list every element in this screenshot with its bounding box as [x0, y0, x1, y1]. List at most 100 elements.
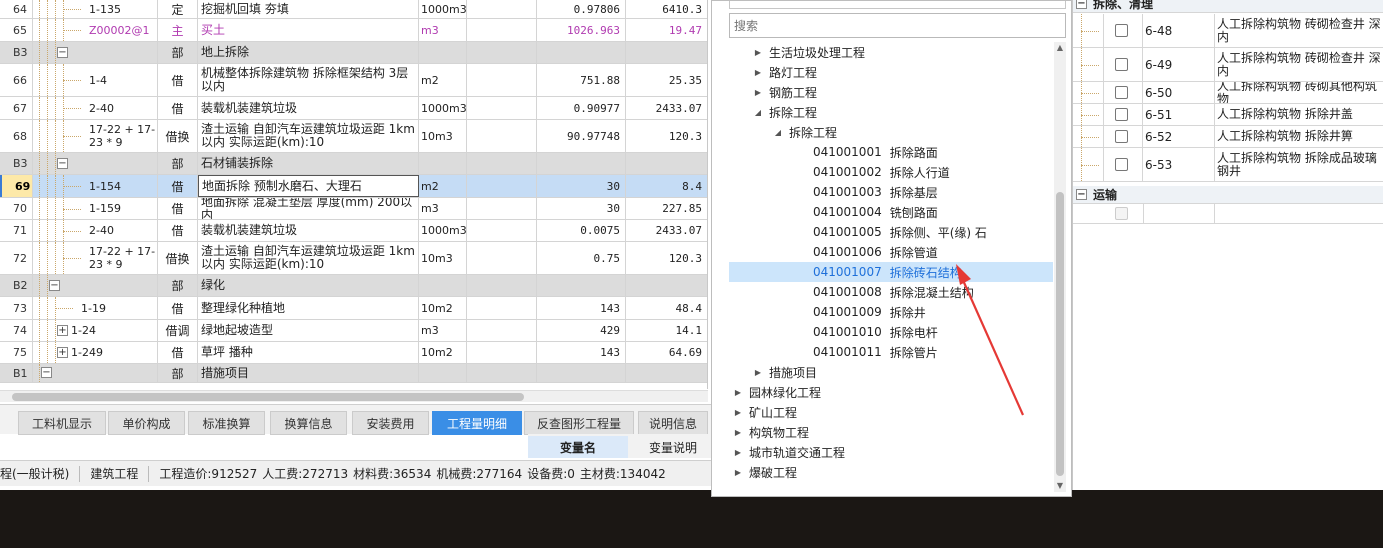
- horizontal-scrollbar[interactable]: [0, 390, 708, 402]
- tree-node[interactable]: 041001008 拆除混凝土结构: [729, 282, 1053, 302]
- tree-node[interactable]: ▶ 路灯工程: [729, 62, 1053, 82]
- scroll-down-icon[interactable]: ▼: [1054, 480, 1066, 492]
- tab-7[interactable]: 说明信息: [638, 411, 708, 435]
- tab-5[interactable]: 工程量明细: [432, 411, 522, 435]
- tree-node[interactable]: 041001006 拆除管道: [729, 242, 1053, 262]
- tree-node[interactable]: 041001007 拆除砖石结构: [729, 262, 1053, 282]
- table-row[interactable]: 64 1-135 定挖掘机回填 夯填 1000m3 0.97806 6410.3: [0, 0, 707, 19]
- expression-cell[interactable]: [467, 364, 537, 382]
- collapsed-arrow-icon[interactable]: ▶: [753, 68, 763, 77]
- tree-search-input[interactable]: [729, 13, 1066, 38]
- scroll-thumb[interactable]: [12, 393, 524, 401]
- tree-node[interactable]: ▶ 矿山工程: [729, 402, 1053, 422]
- row-checkbox[interactable]: [1115, 107, 1128, 121]
- collapsed-arrow-icon[interactable]: ▶: [733, 388, 743, 397]
- tab-6[interactable]: 反查图形工程量: [524, 411, 634, 435]
- tree-node[interactable]: ◢ 拆除工程: [729, 102, 1053, 122]
- table-row[interactable]: 72 17-22 + 17-23 * 9 借换 渣土运输 自卸汽车运建筑垃圾运距 1k…: [0, 242, 707, 275]
- table-row[interactable]: 70 1-159 借地面拆除 混凝土垫层 厚度(mm) 200以内 m3 30 227.8…: [0, 198, 707, 220]
- collapsed-arrow-icon[interactable]: ▶: [733, 448, 743, 457]
- tab-2[interactable]: 标准换算: [188, 411, 265, 435]
- table-row[interactable]: 66 1-4 借机械整体拆除建筑物 拆除框架结构 3层以内 m2 751.88 25.35: [0, 64, 707, 97]
- quota-row[interactable]: 6-53 人工拆除构筑物 拆除成品玻璃钢井: [1073, 148, 1383, 182]
- quota-row[interactable]: 6-50 人工拆除构筑物 砖砌其他构筑物: [1073, 82, 1383, 104]
- expression-cell[interactable]: [467, 120, 537, 152]
- tree-node[interactable]: 041001001 拆除路面: [729, 142, 1053, 162]
- expression-cell[interactable]: [467, 320, 537, 341]
- expression-cell[interactable]: [467, 19, 537, 41]
- tree-node[interactable]: 041001005 拆除侧、平(缘) 石: [729, 222, 1053, 242]
- expression-cell[interactable]: [467, 64, 537, 96]
- table-row[interactable]: 69 1-154 借地面拆除 预制水磨石、大理石 m2 30 8.4: [0, 175, 707, 198]
- tree-node[interactable]: ◢ 拆除工程: [729, 122, 1053, 142]
- section-row[interactable]: B3 − 部石材铺装拆除: [0, 153, 707, 175]
- collapsed-arrow-icon[interactable]: ▶: [733, 428, 743, 437]
- table-row[interactable]: 74 +1-24 借调 绿地起坡造型 m3 429 14.1: [0, 320, 707, 342]
- tree-node[interactable]: ▶ 措施项目: [729, 362, 1053, 382]
- tree-node[interactable]: ▶ 钢筋工程: [729, 82, 1053, 102]
- quota-row[interactable]: 6-49 人工拆除构筑物 砖砌检查井 深内: [1073, 48, 1383, 82]
- tab-3[interactable]: 换算信息: [270, 411, 347, 435]
- scroll-thumb[interactable]: [1056, 192, 1064, 476]
- expand-icon[interactable]: +: [57, 346, 68, 358]
- table-row[interactable]: 75 +1-249 借草坪 播种 10m2 143 64.69: [0, 342, 707, 364]
- expression-cell[interactable]: [467, 175, 537, 197]
- collapse-icon[interactable]: −: [57, 157, 68, 169]
- quota-row[interactable]: 6-48 人工拆除构筑物 砖砌检查井 深内: [1073, 14, 1383, 48]
- tree-node[interactable]: 041001002 拆除人行道: [729, 162, 1053, 182]
- tree-node[interactable]: ▶ 园林绿化工程: [729, 382, 1053, 402]
- collapse-icon[interactable]: −: [49, 279, 60, 291]
- collapsed-arrow-icon[interactable]: ▶: [753, 88, 763, 97]
- expression-cell[interactable]: [467, 97, 537, 119]
- expand-icon[interactable]: +: [57, 324, 68, 336]
- tab-1[interactable]: 单价构成: [108, 411, 185, 435]
- section-row[interactable]: B1− 部措施项目: [0, 364, 707, 383]
- tree-node[interactable]: 041001010 拆除电杆: [729, 322, 1053, 342]
- tree-node[interactable]: 041001011 拆除管片: [729, 342, 1053, 362]
- expression-cell[interactable]: [467, 297, 537, 319]
- expression-cell[interactable]: [467, 220, 537, 241]
- collapse-icon[interactable]: −: [1076, 0, 1087, 9]
- table-row[interactable]: 73 1-19 借整理绿化种植地 10m2 143 48.4: [0, 297, 707, 320]
- table-row[interactable]: 71 2-40 借装载机装建筑垃圾 1000m3 0.0075 2433.07: [0, 220, 707, 242]
- table-row[interactable]: 67 2-40 借装载机装建筑垃圾 1000m3 0.90977 2433.07: [0, 97, 707, 120]
- expression-cell[interactable]: [467, 153, 537, 174]
- quota-row[interactable]: 6-52 人工拆除构筑物 拆除井箅: [1073, 126, 1383, 148]
- collapsed-arrow-icon[interactable]: ▶: [733, 468, 743, 477]
- collapse-icon[interactable]: −: [1076, 189, 1087, 200]
- row-checkbox[interactable]: [1115, 129, 1128, 143]
- expression-cell[interactable]: [467, 198, 537, 219]
- row-checkbox[interactable]: [1115, 157, 1128, 171]
- expanded-arrow-icon[interactable]: ◢: [773, 128, 783, 137]
- scroll-up-icon[interactable]: ▲: [1054, 42, 1066, 54]
- section-row[interactable]: B2 − 部绿化: [0, 275, 707, 297]
- expression-cell[interactable]: [467, 242, 537, 274]
- table-row[interactable]: 68 17-22 + 17-23 * 9 借换 渣土运输 自卸汽车运建筑垃圾运距 1k…: [0, 120, 707, 153]
- section-row[interactable]: B3 − 部地上拆除: [0, 42, 707, 64]
- tree-node[interactable]: ▶ 城市轨道交通工程: [729, 442, 1053, 462]
- tree-node[interactable]: ▶ 构筑物工程: [729, 422, 1053, 442]
- row-checkbox[interactable]: [1115, 23, 1128, 37]
- tree-node[interactable]: ▶ 爆破工程: [729, 462, 1053, 482]
- group-header[interactable]: − 运输: [1073, 186, 1383, 204]
- tree-node[interactable]: 041001009 拆除井: [729, 302, 1053, 322]
- collapse-icon[interactable]: −: [41, 367, 52, 378]
- vertical-scrollbar[interactable]: ▲ ▼: [1054, 42, 1066, 492]
- tree-node[interactable]: 041001003 拆除基层: [729, 182, 1053, 202]
- group-header[interactable]: − 拆除、清理: [1073, 0, 1383, 13]
- tree-node[interactable]: ▶ 生活垃圾处理工程: [729, 42, 1053, 62]
- collapsed-arrow-icon[interactable]: ▶: [753, 368, 763, 377]
- expression-cell[interactable]: [467, 275, 537, 296]
- tab-0[interactable]: 工料机显示: [18, 411, 106, 435]
- collapsed-arrow-icon[interactable]: ▶: [753, 48, 763, 57]
- expression-cell[interactable]: [467, 342, 537, 363]
- expanded-arrow-icon[interactable]: ◢: [753, 108, 763, 117]
- quota-row[interactable]: 6-51 人工拆除构筑物 拆除井盖: [1073, 104, 1383, 126]
- row-checkbox[interactable]: [1115, 85, 1128, 99]
- table-row[interactable]: 65 Z00002@1 主买土 m3 1026.963 19.47: [0, 19, 707, 42]
- tab-4[interactable]: 安装费用: [352, 411, 429, 435]
- expression-cell[interactable]: [467, 42, 537, 63]
- collapsed-arrow-icon[interactable]: ▶: [733, 408, 743, 417]
- collapse-icon[interactable]: −: [57, 46, 68, 58]
- expression-cell[interactable]: [467, 0, 537, 18]
